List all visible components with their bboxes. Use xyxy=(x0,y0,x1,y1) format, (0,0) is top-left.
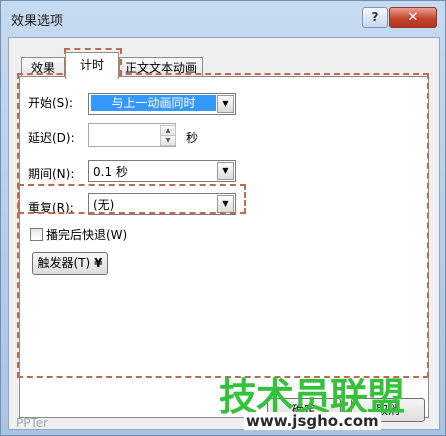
period-label: 期间(N): xyxy=(28,167,75,181)
window-title: 效果选项 xyxy=(11,14,64,29)
tab-text-animation[interactable]: 正文文本动画 xyxy=(119,57,203,78)
watermark-left: PPTer xyxy=(16,416,49,430)
close-button[interactable]: ✕ xyxy=(389,7,437,28)
tab-effect[interactable]: 效果 xyxy=(21,57,65,78)
rewind-checkbox[interactable] xyxy=(30,228,43,241)
delay-label: 延迟(D): xyxy=(28,131,75,145)
watermark-url: www.jsgho.com xyxy=(244,412,381,430)
title-bar: 效果选项 ? ✕ xyxy=(1,1,445,37)
period-select-value: 0.1 秒 xyxy=(93,165,128,179)
trigger-button[interactable]: 触发器(T) ¥ xyxy=(32,252,108,275)
chevron-down-icon[interactable]: ▼ xyxy=(217,162,234,180)
tab-timing[interactable]: 计时 xyxy=(65,52,119,79)
period-select[interactable]: 0.1 秒 ▼ xyxy=(88,160,236,182)
repeat-select[interactable]: (无) ▼ xyxy=(88,193,236,215)
delay-unit: 秒 xyxy=(186,131,199,145)
chevron-down-icon[interactable]: ▼ xyxy=(217,95,234,113)
start-select-value: 与上一动画同时 xyxy=(91,95,216,111)
spin-down-icon[interactable]: ▼ xyxy=(160,135,176,146)
delay-spinner[interactable]: ▲ ▼ xyxy=(88,123,176,147)
repeat-select-value: (无) xyxy=(93,198,115,212)
delay-spin-buttons: ▲ ▼ xyxy=(160,125,176,146)
trigger-button-label: 触发器(T) xyxy=(37,256,91,270)
rewind-label: 播完后快退(W) xyxy=(46,228,128,242)
help-button[interactable]: ? xyxy=(362,7,388,28)
repeat-label: 重复(R): xyxy=(28,201,74,215)
double-chevron-down-icon: ¥ xyxy=(94,256,103,270)
start-select[interactable]: 与上一动画同时 ▼ xyxy=(88,93,236,115)
chevron-down-icon[interactable]: ▼ xyxy=(217,195,234,213)
start-label: 开始(S): xyxy=(28,96,74,110)
